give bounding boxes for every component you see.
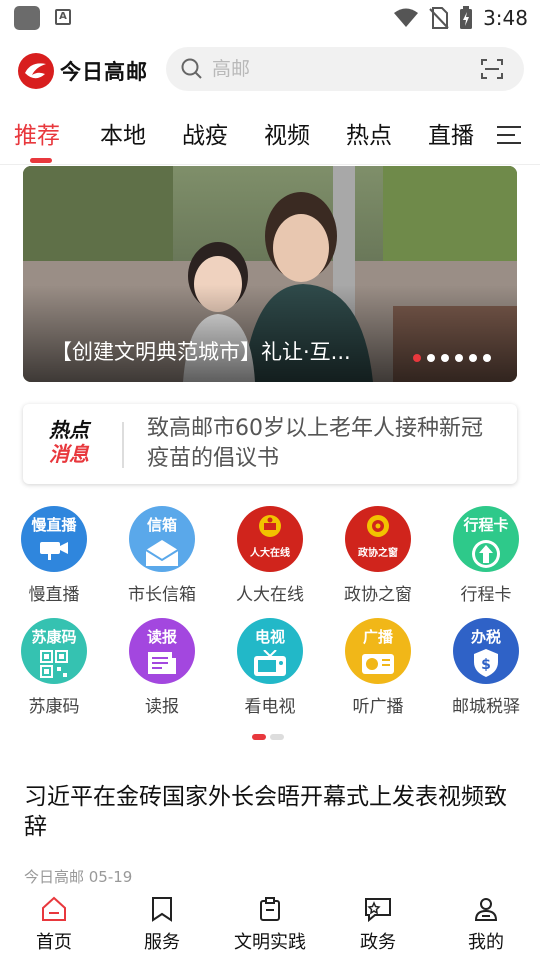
article-title[interactable]: 习近平在金砖国家外长会晤开幕式上发表视频致辞	[24, 782, 516, 842]
pager-dot	[270, 734, 284, 740]
cppcc-emblem-icon: 政协之窗	[345, 506, 411, 572]
search-input[interactable]: 高邮	[212, 47, 250, 91]
tab-video[interactable]: 视频	[264, 116, 310, 150]
app-header: 今日高邮 高邮	[0, 44, 540, 96]
service-npc-online[interactable]: 人大在线 人大在线	[216, 506, 324, 605]
hot-badge-line2: 消息	[49, 442, 89, 466]
banner-dot	[469, 354, 477, 362]
service-label: 邮城税驿	[452, 697, 520, 717]
service-watch-tv[interactable]: 电视 看电视	[216, 618, 324, 717]
nav-home[interactable]: 首页	[0, 896, 108, 954]
radio-icon: 广播	[345, 618, 411, 684]
banner-pagination	[413, 354, 491, 362]
hot-badge-line1: 热点	[49, 418, 89, 442]
qr-code-icon: 苏康码	[21, 618, 87, 684]
service-cppcc-window[interactable]: 政协之窗 政协之窗	[324, 506, 432, 605]
nav-label: 我的	[468, 932, 504, 953]
no-sim-icon	[429, 7, 449, 29]
nav-label: 首页	[36, 932, 72, 953]
nav-label: 政务	[360, 932, 396, 953]
hot-news-headline: 致高邮市60岁以上老年人接种新冠疫苗的倡议书	[147, 416, 483, 471]
scan-icon[interactable]	[480, 58, 504, 80]
service-su-health-code[interactable]: 苏康码 苏康码	[0, 618, 108, 717]
service-label: 政协之窗	[344, 585, 412, 605]
hot-news-badge: 热点 消息	[49, 418, 105, 466]
service-label: 看电视	[244, 697, 296, 717]
logo-mark-icon	[18, 53, 54, 89]
nav-label: 文明实践	[234, 932, 306, 953]
app-name: 今日高邮	[60, 59, 148, 84]
app-notification-icon	[14, 6, 40, 30]
services-pager	[252, 734, 284, 740]
arrow-up-icon: 行程卡	[453, 506, 519, 572]
tabs-divider	[0, 164, 540, 165]
app-logo[interactable]: 今日高邮	[18, 53, 148, 89]
battery-charging-icon	[460, 6, 473, 29]
nav-mine[interactable]: 我的	[432, 896, 540, 954]
service-listen-radio[interactable]: 广播 听广播	[324, 618, 432, 717]
national-emblem-icon: 人大在线	[237, 506, 303, 572]
camera-icon: 慢直播	[21, 506, 87, 572]
tab-live[interactable]: 直播	[428, 116, 474, 150]
search-bar[interactable]: 高邮	[166, 47, 524, 91]
search-icon	[181, 58, 202, 79]
service-label: 人大在线	[236, 585, 304, 605]
service-read-newspaper[interactable]: 读报 读报	[108, 618, 216, 717]
pager-dot	[252, 734, 266, 740]
status-bar: A 3:48	[0, 0, 540, 36]
service-slow-live[interactable]: 慢直播 慢直播	[0, 506, 108, 605]
tv-icon: 电视	[237, 618, 303, 684]
category-tabs: 推荐 本地 战疫 视频 热点 直播	[0, 110, 540, 163]
service-label: 苏康码	[28, 697, 80, 717]
bookmark-icon	[152, 897, 172, 922]
home-icon	[42, 896, 66, 921]
banner-dot	[441, 354, 449, 362]
tab-recommend[interactable]: 推荐	[14, 116, 60, 150]
banner-dot	[413, 354, 421, 362]
nav-label: 服务	[144, 932, 180, 953]
service-tax-post[interactable]: 办税 $ 邮城税驿	[432, 618, 540, 717]
nav-government[interactable]: 政务	[324, 896, 432, 954]
tab-epidemic[interactable]: 战疫	[182, 116, 228, 150]
banner-dot	[455, 354, 463, 362]
svg-text:$: $	[481, 657, 491, 673]
banner-dot	[427, 354, 435, 362]
menu-icon[interactable]	[496, 124, 522, 146]
chat-star-icon	[365, 898, 391, 922]
wifi-icon	[394, 8, 419, 27]
service-label: 慢直播	[28, 585, 80, 605]
service-mayor-mailbox[interactable]: 信箱 市长信箱	[108, 506, 216, 605]
hot-news-card[interactable]: 热点 消息 致高邮市60岁以上老年人接种新冠疫苗的倡议书	[23, 404, 517, 484]
user-icon	[474, 898, 498, 921]
article-meta: 今日高邮 05-19	[24, 868, 133, 886]
service-label: 听广播	[352, 697, 404, 717]
banner-dot	[483, 354, 491, 362]
banner-carousel[interactable]: 【创建文明典范城市】礼让·互...	[23, 166, 517, 382]
nav-service[interactable]: 服务	[108, 896, 216, 954]
divider	[122, 422, 124, 468]
newspaper-icon: 读报	[129, 618, 195, 684]
nav-civilization-practice[interactable]: 文明实践	[216, 896, 324, 954]
service-travel-card[interactable]: 行程卡 行程卡	[432, 506, 540, 605]
tab-local[interactable]: 本地	[100, 116, 146, 150]
bottom-navigation: 首页 服务 文明实践 政务 我的	[0, 886, 540, 960]
banner-caption: 【创建文明典范城市】礼让·互...	[51, 340, 351, 364]
clock: 3:48	[483, 6, 528, 30]
active-tab-indicator	[30, 158, 52, 163]
tax-icon: 办税 $	[453, 618, 519, 684]
service-label: 读报	[145, 697, 179, 717]
tab-hot[interactable]: 热点	[346, 116, 392, 150]
clipboard-icon	[260, 897, 280, 921]
service-label: 行程卡	[460, 585, 512, 605]
service-label: 市长信箱	[128, 585, 196, 605]
mail-icon: 信箱	[129, 506, 195, 572]
keyboard-notification-icon: A	[55, 9, 71, 25]
